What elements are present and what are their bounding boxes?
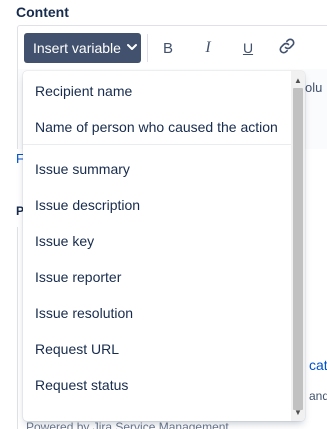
menu-item-issue-summary[interactable]: Issue summary [23, 151, 291, 187]
scroll-up-arrow-icon[interactable]: ▲ [291, 73, 305, 87]
scroll-down-arrow-icon[interactable]: ▼ [291, 405, 305, 419]
chevron-down-icon [126, 43, 137, 54]
insert-variable-menu: Recipient name Name of person who caused… [23, 71, 305, 421]
preview-text-fragment: and [309, 389, 327, 403]
menu-item-label: Request URL [35, 341, 120, 357]
menu-item-issue-key[interactable]: Issue key [23, 223, 291, 259]
toolbar-divider [147, 34, 148, 62]
menu-divider [23, 144, 291, 145]
powered-by-text: Powered by Jira Service Management [26, 420, 229, 429]
editor-text-fragment: olu [305, 80, 323, 95]
menu-item-label: Issue resolution [35, 305, 134, 321]
menu-scrollbar[interactable]: ▲ ▼ [291, 71, 305, 421]
preview-link-fragment[interactable]: cati [309, 357, 327, 373]
menu-item-action-person-name[interactable]: Name of person who caused the action [23, 109, 291, 145]
menu-item-label: Recipient name [35, 83, 133, 99]
underline-button[interactable]: U [236, 36, 260, 60]
menu-item-request-status[interactable]: Request status [23, 367, 291, 403]
menu-item-request-url[interactable]: Request URL [23, 331, 291, 367]
menu-item-label: Issue key [35, 233, 95, 249]
insert-variable-button[interactable]: Insert variable [24, 33, 141, 63]
link-button[interactable] [275, 36, 299, 60]
notification-editor-page: Content olu F P cati and Powered by Jira… [0, 0, 327, 429]
bold-icon: B [162, 39, 173, 57]
scrollbar-thumb[interactable] [293, 88, 303, 410]
insert-variable-label: Insert variable [33, 40, 121, 56]
underline-icon: U [242, 40, 254, 56]
menu-item-recipient-name[interactable]: Recipient name [23, 73, 291, 109]
italic-button[interactable]: I [196, 36, 220, 60]
menu-item-label: Name of person who caused the action [35, 119, 278, 135]
menu-item-issue-description[interactable]: Issue description [23, 187, 291, 223]
menu-item-label: Issue summary [35, 161, 130, 177]
editor-toolbar: Insert variable B I U [17, 25, 327, 69]
menu-item-issue-resolution[interactable]: Issue resolution [23, 295, 291, 331]
menu-item-label: Issue reporter [35, 269, 122, 285]
content-section-title: Content [16, 4, 69, 20]
menu-item-issue-reporter[interactable]: Issue reporter [23, 259, 291, 295]
italic-icon: I [205, 39, 211, 56]
bold-button[interactable]: B [156, 36, 180, 60]
menu-item-label: Request status [35, 377, 129, 393]
menu-item-label: Issue description [35, 197, 141, 213]
link-icon [278, 37, 296, 59]
